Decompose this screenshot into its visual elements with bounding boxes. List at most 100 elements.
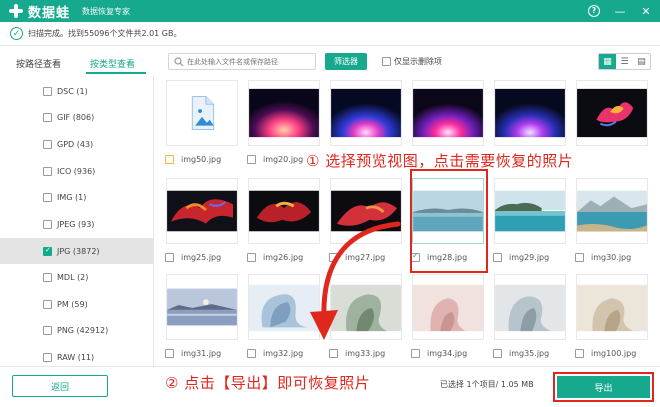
logo-cross-icon (8, 3, 24, 19)
file-type-sidebar: DSC (1) GIF (806) GPD (43) ICO (936) IMG… (0, 76, 154, 366)
file-checkbox[interactable] (247, 155, 256, 164)
file-thumbnail[interactable] (166, 80, 238, 146)
file-checkbox[interactable] (329, 349, 338, 358)
file-checkbox[interactable] (165, 349, 174, 358)
export-button[interactable]: 导出 (557, 376, 650, 398)
sidebar-checkbox[interactable] (43, 299, 52, 309)
file-tile[interactable]: img100.jpg (572, 274, 654, 358)
file-tile[interactable] (490, 80, 572, 146)
sidebar-item-png[interactable]: PNG (42912) (0, 317, 153, 343)
sidebar-item-jpeg[interactable]: JPEG (93) (0, 211, 153, 237)
app-name: 数据蛙 (28, 5, 71, 21)
file-checkbox[interactable] (575, 253, 584, 262)
file-checkbox[interactable] (575, 349, 584, 358)
photo-silk-grey (495, 275, 565, 339)
file-tile[interactable]: img50.jpg (162, 80, 244, 164)
sidebar-checkbox[interactable] (43, 219, 52, 229)
file-thumbnail[interactable] (330, 80, 402, 146)
sidebar-checkbox[interactable] (43, 139, 52, 149)
file-checkbox[interactable] (165, 155, 174, 164)
sidebar-item-ico[interactable]: ICO (936) (0, 158, 153, 184)
sidebar-item-raw[interactable]: RAW (11) (0, 344, 153, 366)
sidebar-checkbox[interactable] (43, 192, 52, 202)
file-checkbox[interactable] (247, 349, 256, 358)
tab-by-type[interactable]: 按类型查看 (90, 57, 135, 70)
search-input[interactable] (187, 57, 312, 66)
file-tile[interactable]: img29.jpg (490, 178, 572, 262)
scan-status-text: 扫描完成。找到55096个文件共2.01 GB。 (28, 29, 182, 38)
sidebar-checkbox[interactable] (43, 166, 52, 176)
sidebar-item-label: MDL (2) (57, 272, 89, 282)
file-checkbox[interactable] (411, 349, 420, 358)
view-mode-toggle: ▦ ☰ ▤ (598, 53, 651, 70)
file-thumbnail[interactable] (412, 274, 484, 340)
file-name: img25.jpg (181, 253, 222, 262)
file-tile[interactable]: img30.jpg (572, 178, 654, 262)
sidebar-checkbox[interactable] (43, 272, 52, 282)
file-name: img33.jpg (345, 349, 386, 358)
file-tile[interactable]: img35.jpg (490, 274, 572, 358)
sidebar-checkbox[interactable] (43, 112, 52, 122)
minimize-button[interactable]: — (612, 3, 628, 19)
sidebar-item-pm[interactable]: PM (59) (0, 291, 153, 317)
file-tile[interactable]: img31.jpg (162, 274, 244, 358)
only-deleted-toggle[interactable]: 仅显示删除项 (382, 56, 442, 67)
file-tile[interactable]: img34.jpg (408, 274, 490, 358)
file-name: img32.jpg (263, 349, 304, 358)
filter-button[interactable]: 筛选器 (325, 53, 367, 70)
sidebar-item-gpd[interactable]: GPD (43) (0, 131, 153, 157)
sidebar-checkbox[interactable] (43, 325, 52, 335)
file-tile[interactable] (326, 80, 408, 146)
sidebar-item-dsc[interactable]: DSC (1) (0, 78, 153, 104)
file-thumbnail[interactable] (494, 178, 566, 244)
file-tile[interactable] (408, 80, 490, 146)
file-thumbnail[interactable] (494, 80, 566, 146)
close-button[interactable]: ✕ (638, 3, 654, 19)
tab-by-path[interactable]: 按路径查看 (16, 57, 61, 70)
file-tile[interactable] (572, 80, 654, 146)
red-arrow-icon (310, 221, 401, 340)
file-thumbnail[interactable] (412, 80, 484, 146)
grid-view-icon[interactable]: ▦ (599, 54, 616, 69)
file-checkbox[interactable] (247, 253, 256, 262)
sidebar-checkbox[interactable] (43, 86, 52, 96)
sidebar-item-label: GPD (43) (57, 139, 94, 149)
file-thumbnail[interactable] (248, 80, 320, 146)
file-thumbnail[interactable] (576, 80, 648, 146)
sidebar-item-label: PNG (42912) (57, 325, 109, 335)
scan-status-bar: ✓ 扫描完成。找到55096个文件共2.01 GB。 (0, 22, 660, 46)
sidebar-checkbox[interactable] (43, 246, 52, 256)
back-button[interactable]: 返回 (12, 375, 108, 397)
file-thumbnail[interactable] (166, 274, 238, 340)
only-deleted-checkbox[interactable] (382, 57, 391, 66)
file-name: img100.jpg (591, 349, 637, 358)
app-subtitle: 数据恢复专家 (82, 6, 131, 16)
sidebar-item-mdl[interactable]: MDL (2) (0, 264, 153, 290)
file-checkbox[interactable] (493, 253, 502, 262)
file-thumbnail[interactable] (494, 274, 566, 340)
sidebar-item-jpg[interactable]: JPG (3872) (0, 238, 153, 264)
photo-flower-dark (577, 81, 647, 145)
file-thumbnail[interactable] (166, 178, 238, 244)
help-icon: ? (588, 5, 600, 17)
detail-view-icon[interactable]: ▤ (633, 54, 650, 69)
window-controls: ? — ✕ (576, 3, 654, 19)
sidebar-item-img[interactable]: IMG (1) (0, 184, 153, 210)
photo-abstract-red (167, 179, 237, 243)
file-checkbox[interactable] (165, 253, 174, 262)
sidebar-item-label: IMG (1) (57, 192, 87, 202)
sidebar-item-gif[interactable]: GIF (806) (0, 104, 153, 130)
check-circle-icon: ✓ (10, 27, 23, 40)
file-tile[interactable]: img25.jpg (162, 178, 244, 262)
photo-glow-blue (331, 81, 401, 145)
active-tab-indicator (86, 72, 146, 74)
list-view-icon[interactable]: ☰ (616, 54, 633, 69)
search-box[interactable] (168, 53, 316, 70)
sidebar-checkbox[interactable] (43, 352, 52, 362)
toolbar: 按路径查看 按类型查看 筛选器 仅显示删除项 ▦ ☰ ▤ (0, 50, 660, 74)
file-thumbnail[interactable] (576, 178, 648, 244)
file-checkbox[interactable] (493, 349, 502, 358)
search-icon (174, 56, 184, 66)
file-thumbnail[interactable] (576, 274, 648, 340)
help-button[interactable]: ? (586, 3, 602, 19)
